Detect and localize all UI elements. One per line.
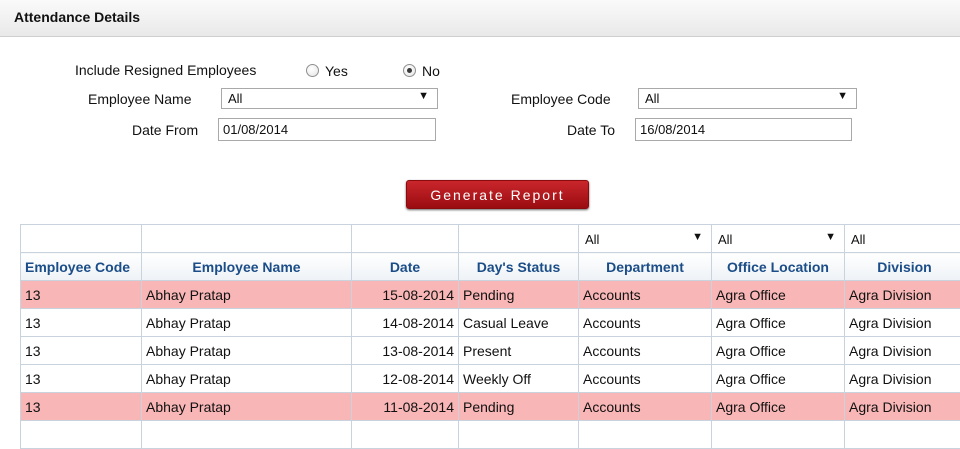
- header-row: Employee Code Employee Name Date Day's S…: [21, 253, 960, 281]
- header-days-status[interactable]: Day's Status: [459, 253, 579, 281]
- employee-code-select[interactable]: All ▼: [638, 88, 857, 109]
- chevron-down-icon: ▼: [837, 90, 848, 102]
- empty-cell: [21, 421, 142, 449]
- cell-date: 13-08-2014: [352, 337, 459, 365]
- employee-name-label: Employee Name: [88, 91, 192, 107]
- filter-cell-empty: [352, 225, 459, 253]
- header-office-location[interactable]: Office Location: [712, 253, 845, 281]
- empty-cell: [712, 421, 845, 449]
- chevron-down-icon: ▼: [692, 231, 703, 243]
- office-location-filter-select[interactable]: All ▼: [712, 225, 845, 253]
- empty-cell: [579, 421, 712, 449]
- cell-date: 11-08-2014: [352, 393, 459, 421]
- cell-office-location: Agra Office: [712, 281, 845, 309]
- cell-division: Agra Division: [845, 281, 960, 309]
- department-filter-select[interactable]: All ▼: [579, 225, 712, 253]
- cell-division: Agra Division: [845, 365, 960, 393]
- filter-row: All ▼ All ▼ All: [21, 225, 960, 253]
- generate-report-button[interactable]: Generate Report: [406, 180, 589, 209]
- cell-department: Accounts: [579, 337, 712, 365]
- cell-department: Accounts: [579, 281, 712, 309]
- date-from-value: 01/08/2014: [223, 122, 288, 137]
- cell-department: Accounts: [579, 309, 712, 337]
- division-filter-value: All: [851, 232, 865, 247]
- employee-code-label: Employee Code: [511, 91, 611, 107]
- empty-cell: [459, 421, 579, 449]
- chevron-down-icon: ▼: [418, 90, 429, 102]
- cell-office-location: Agra Office: [712, 309, 845, 337]
- cell-office-location: Agra Office: [712, 337, 845, 365]
- resigned-yes-label[interactable]: Yes: [325, 63, 348, 79]
- cell-office-location: Agra Office: [712, 365, 845, 393]
- table-row[interactable]: 13 Abhay Pratap 11-08-2014 Pending Accou…: [21, 393, 960, 421]
- empty-cell: [352, 421, 459, 449]
- date-from-input[interactable]: 01/08/2014: [218, 118, 436, 141]
- cell-status: Pending: [459, 393, 579, 421]
- cell-date: 12-08-2014: [352, 365, 459, 393]
- header-division[interactable]: Division: [845, 253, 960, 281]
- cell-department: Accounts: [579, 365, 712, 393]
- employee-name-value: All: [228, 91, 242, 106]
- cell-employee-name: Abhay Pratap: [142, 281, 352, 309]
- cell-status: Casual Leave: [459, 309, 579, 337]
- cell-status: Pending: [459, 281, 579, 309]
- cell-date: 15-08-2014: [352, 281, 459, 309]
- cell-status: Weekly Off: [459, 365, 579, 393]
- resigned-no-radio[interactable]: [403, 64, 416, 77]
- cell-employee-code: 13: [21, 337, 142, 365]
- table-row[interactable]: 13 Abhay Pratap 13-08-2014 Present Accou…: [21, 337, 960, 365]
- cell-employee-name: Abhay Pratap: [142, 365, 352, 393]
- table-row: [21, 421, 960, 449]
- cell-division: Agra Division: [845, 337, 960, 365]
- cell-employee-name: Abhay Pratap: [142, 337, 352, 365]
- table-row[interactable]: 13 Abhay Pratap 15-08-2014 Pending Accou…: [21, 281, 960, 309]
- table-row[interactable]: 13 Abhay Pratap 14-08-2014 Casual Leave …: [21, 309, 960, 337]
- header-employee-name[interactable]: Employee Name: [142, 253, 352, 281]
- cell-employee-name: Abhay Pratap: [142, 309, 352, 337]
- division-filter-select[interactable]: All: [845, 225, 960, 253]
- cell-employee-code: 13: [21, 309, 142, 337]
- date-to-value: 16/08/2014: [640, 122, 705, 137]
- resigned-yes-radio[interactable]: [306, 64, 319, 77]
- date-to-label: Date To: [567, 122, 615, 138]
- cell-office-location: Agra Office: [712, 393, 845, 421]
- employee-name-select[interactable]: All ▼: [221, 88, 438, 109]
- date-from-label: Date From: [132, 122, 198, 138]
- filter-cell-empty: [21, 225, 142, 253]
- chevron-down-icon: ▼: [825, 231, 836, 243]
- table-row[interactable]: 13 Abhay Pratap 12-08-2014 Weekly Off Ac…: [21, 365, 960, 393]
- cell-employee-code: 13: [21, 281, 142, 309]
- cell-division: Agra Division: [845, 309, 960, 337]
- empty-cell: [142, 421, 352, 449]
- office-location-filter-value: All: [718, 232, 732, 247]
- header-department[interactable]: Department: [579, 253, 712, 281]
- cell-employee-code: 13: [21, 393, 142, 421]
- cell-employee-code: 13: [21, 365, 142, 393]
- cell-date: 14-08-2014: [352, 309, 459, 337]
- cell-status: Present: [459, 337, 579, 365]
- attendance-table: All ▼ All ▼ All Employee Code Employee N…: [20, 224, 960, 449]
- cell-employee-name: Abhay Pratap: [142, 393, 352, 421]
- resigned-no-label[interactable]: No: [422, 63, 440, 79]
- header-employee-code[interactable]: Employee Code: [21, 253, 142, 281]
- resigned-label: Include Resigned Employees: [75, 62, 256, 78]
- filter-cell-empty: [459, 225, 579, 253]
- department-filter-value: All: [585, 232, 599, 247]
- employee-code-value: All: [645, 91, 659, 106]
- panel-header: Attendance Details: [0, 0, 960, 37]
- cell-division: Agra Division: [845, 393, 960, 421]
- date-to-input[interactable]: 16/08/2014: [635, 118, 852, 141]
- filter-cell-empty: [142, 225, 352, 253]
- cell-department: Accounts: [579, 393, 712, 421]
- empty-cell: [845, 421, 960, 449]
- header-date[interactable]: Date: [352, 253, 459, 281]
- panel-title: Attendance Details: [14, 9, 140, 25]
